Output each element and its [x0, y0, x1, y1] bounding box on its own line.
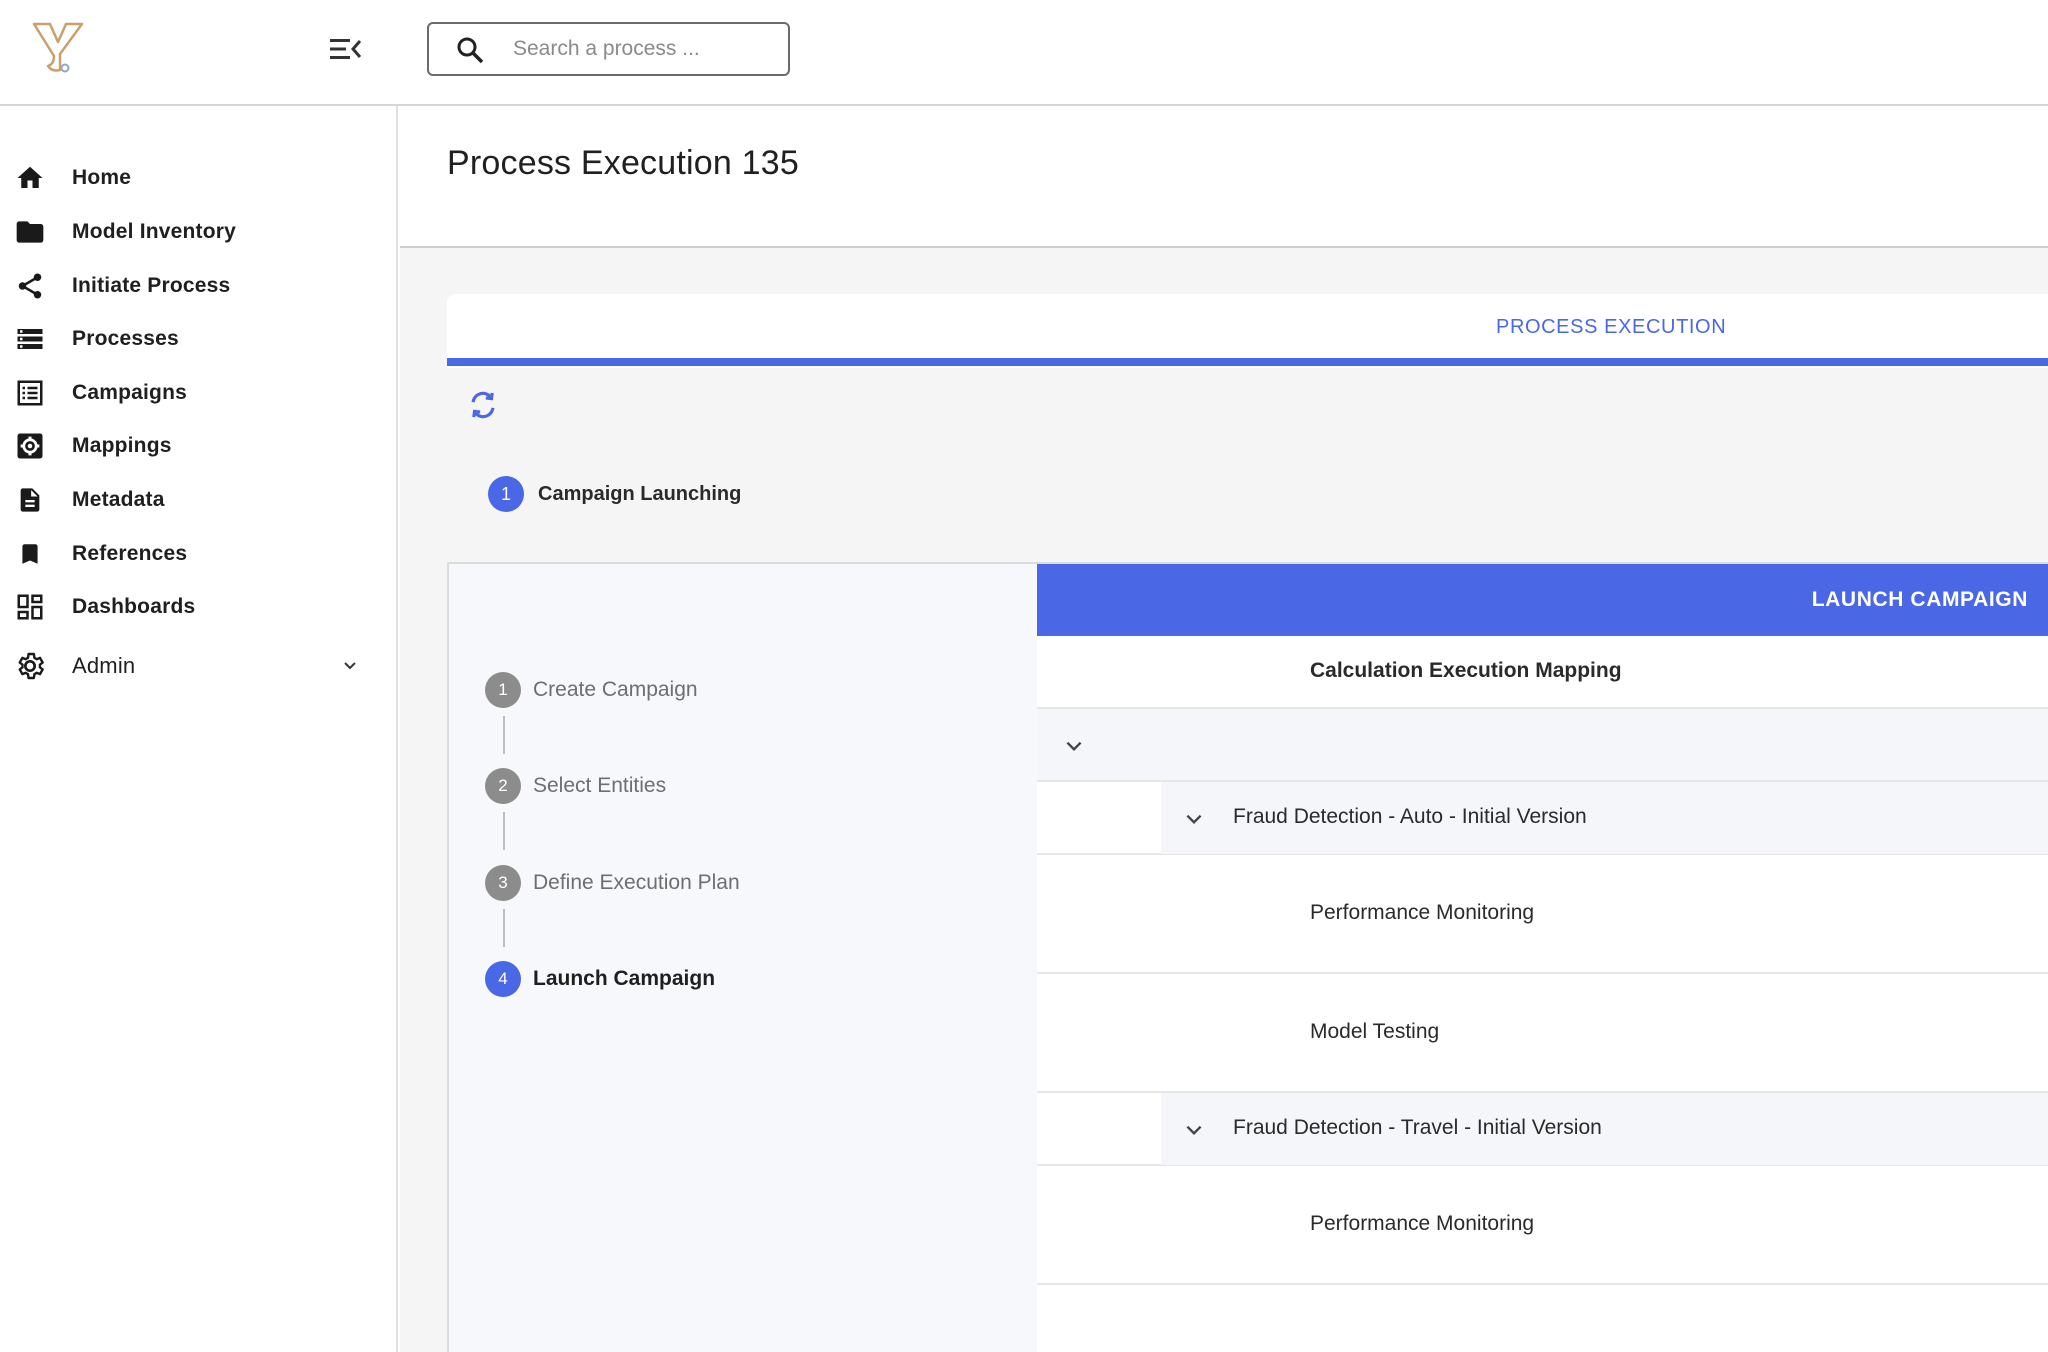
step-label: Define Execution Plan — [533, 871, 740, 894]
launch-content: LAUNCH CAMPAIGN Calculation Execution Ma… — [1037, 564, 2048, 1352]
sidebar-item-label: References — [72, 542, 188, 565]
home-icon — [14, 162, 46, 194]
table-row[interactable]: Performance Monitoring — [1037, 855, 2048, 974]
search-input[interactable] — [513, 32, 773, 66]
dashboard-icon — [14, 591, 46, 623]
column-header-row: Calculation Execution Mapping — [1037, 636, 2048, 709]
gear-box-icon — [14, 430, 46, 462]
phase-label: Campaign Launching — [538, 482, 742, 505]
group-header: Fraud Detection - Auto - Initial Version — [1161, 782, 2048, 854]
step-define-execution-plan[interactable]: 3 Define Execution Plan — [485, 865, 740, 901]
group-title: Fraud Detection - Travel - Initial Versi… — [1233, 1116, 1602, 1139]
step-list: 1 Create Campaign 2 Select Entities 3 De… — [449, 564, 1037, 1352]
sidebar-item-label: Campaigns — [72, 381, 187, 404]
step-label: Create Campaign — [533, 678, 698, 701]
sidebar-item-label: Model Inventory — [72, 220, 237, 243]
chevron-down-icon[interactable] — [1063, 735, 1085, 757]
calculation-name: Performance Monitoring — [1310, 1212, 1535, 1235]
menu-collapse-icon[interactable] — [328, 34, 362, 64]
launch-campaign-button[interactable]: LAUNCH CAMPAIGN — [1812, 564, 2028, 636]
folder-icon — [14, 216, 46, 248]
wizard-panel: 1 Create Campaign 2 Select Entities 3 De… — [447, 562, 2048, 1352]
bookmark-icon — [14, 538, 46, 570]
step-number: 1 — [485, 672, 521, 708]
checklist-icon — [14, 377, 46, 409]
step-create-campaign[interactable]: 1 Create Campaign — [485, 672, 698, 708]
refresh-icon[interactable] — [466, 388, 500, 422]
sidebar-item-label: Admin — [72, 653, 136, 678]
sidebar-item-campaigns[interactable]: Campaigns — [0, 368, 396, 418]
sidebar-item-model-inventory[interactable]: Model Inventory — [0, 207, 396, 257]
sidebar-item-metadata[interactable]: Metadata — [0, 475, 396, 525]
list-icon — [14, 323, 46, 355]
chevron-down-icon[interactable] — [1183, 1119, 1205, 1141]
group-title: Fraud Detection - Auto - Initial Version — [1233, 805, 1587, 828]
sidebar-item-dashboards[interactable]: Dashboards — [0, 582, 396, 632]
search-box[interactable] — [427, 22, 790, 76]
sidebar-item-home[interactable]: Home — [0, 153, 396, 203]
sidebar-item-admin[interactable]: Admin — [0, 641, 396, 691]
sidebar-item-label: Dashboards — [72, 595, 196, 618]
search-icon — [455, 35, 485, 65]
sidebar-item-processes[interactable]: Processes — [0, 314, 396, 364]
main-content: Process Execution 135 PROCESS EXECUTION … — [400, 106, 2048, 1352]
calculation-name: Performance Monitoring — [1310, 901, 1535, 924]
sidebar: Home Model Inventory Initiate Process Pr… — [0, 106, 398, 1352]
document-icon — [14, 484, 46, 516]
step-select-entities[interactable]: 2 Select Entities — [485, 768, 666, 804]
tab-process-execution[interactable]: PROCESS EXECUTION — [1496, 316, 1726, 339]
column-header: Calculation Execution Mapping — [1310, 659, 1622, 682]
content-header: LAUNCH CAMPAIGN — [1037, 564, 2048, 636]
step-connector — [503, 909, 505, 947]
chevron-down-icon[interactable] — [1183, 808, 1205, 830]
step-connector — [503, 716, 505, 754]
title-bar: Process Execution 135 — [400, 106, 2048, 248]
group-row[interactable]: Fraud Detection - Auto - Initial Version — [1037, 782, 2048, 855]
table-row[interactable]: Model Testing — [1037, 974, 2048, 1093]
gear-icon — [14, 650, 46, 682]
sidebar-item-label: Mappings — [72, 434, 172, 457]
step-number: 4 — [485, 961, 521, 997]
chevron-down-icon[interactable] — [340, 656, 360, 676]
sidebar-item-label: Metadata — [72, 488, 165, 511]
tab-bar: PROCESS EXECUTION — [447, 294, 2048, 368]
expand-all-row — [1037, 709, 2048, 782]
top-bar — [0, 0, 2048, 106]
sidebar-item-mappings[interactable]: Mappings — [0, 421, 396, 471]
calculation-name: Model Testing — [1310, 1020, 1440, 1043]
app-logo[interactable] — [30, 20, 86, 76]
step-number: 3 — [485, 865, 521, 901]
group-header: Fraud Detection - Travel - Initial Versi… — [1161, 1093, 2048, 1165]
phase-number: 1 — [488, 476, 524, 512]
sidebar-item-label: Processes — [72, 327, 179, 350]
sidebar-item-label: Initiate Process — [72, 274, 231, 297]
tab-indicator — [447, 358, 2048, 366]
phase-indicator: 1 Campaign Launching — [488, 476, 741, 512]
step-launch-campaign[interactable]: 4 Launch Campaign — [485, 961, 715, 997]
sidebar-item-label: Home — [72, 166, 132, 189]
step-number: 2 — [485, 768, 521, 804]
sidebar-item-references[interactable]: References — [0, 529, 396, 579]
step-label: Select Entities — [533, 774, 667, 797]
sidebar-item-initiate-process[interactable]: Initiate Process — [0, 261, 396, 311]
group-row[interactable]: Fraud Detection - Travel - Initial Versi… — [1037, 1093, 2048, 1166]
step-connector — [503, 812, 505, 850]
step-label: Launch Campaign — [533, 967, 716, 990]
table-row[interactable]: Performance Monitoring — [1037, 1166, 2048, 1285]
share-icon — [14, 270, 46, 302]
page-title: Process Execution 135 — [447, 144, 799, 182]
